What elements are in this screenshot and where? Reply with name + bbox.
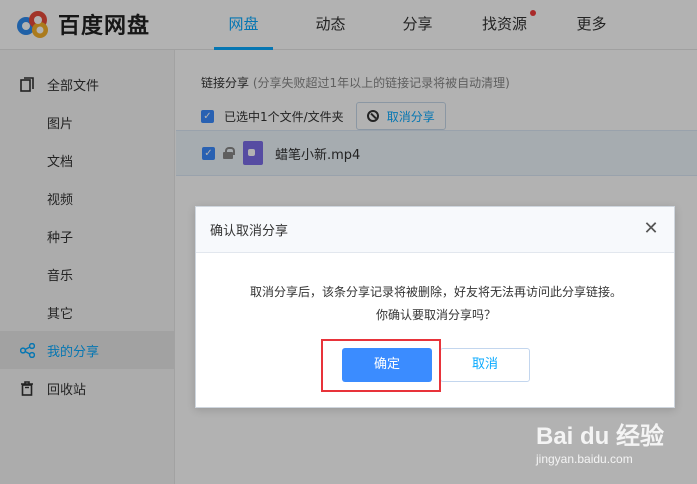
dialog-title: 确认取消分享 <box>210 224 289 239</box>
baidu-jingyan-watermark: Bai du 经验 jingyan.baidu.com <box>536 416 686 476</box>
dialog-header: 确认取消分享 <box>196 207 674 253</box>
cancel-button[interactable]: 取消 <box>440 348 530 382</box>
highlight-box <box>321 339 441 392</box>
close-icon[interactable]: ✕ <box>640 218 662 240</box>
dialog-message: 取消分享后，该条分享记录将被删除，好友将无法再访问此分享链接。 <box>249 285 622 299</box>
dialog-question: 你确认要取消分享吗？ <box>375 308 496 322</box>
watermark-url: jingyan.baidu.com <box>536 452 633 466</box>
watermark-logo-text: Bai du 经验 <box>536 423 665 450</box>
